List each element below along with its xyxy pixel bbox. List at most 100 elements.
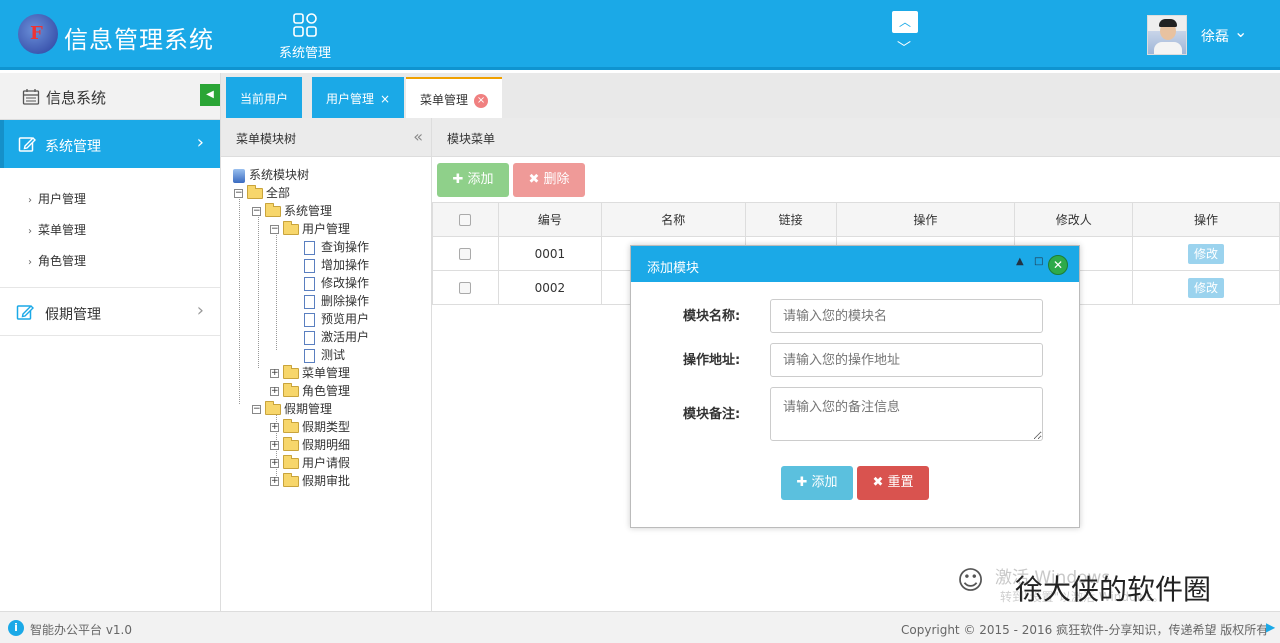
document-icon bbox=[304, 276, 315, 291]
plus-icon: ✚ bbox=[796, 475, 812, 490]
submenu-item-menu-management[interactable]: › 菜单管理 bbox=[0, 215, 220, 246]
expand-icon[interactable]: + bbox=[270, 423, 279, 432]
close-icon[interactable]: × bbox=[380, 92, 390, 106]
maximize-icon[interactable]: □ bbox=[1034, 256, 1043, 267]
arrow-right-icon: › bbox=[28, 195, 32, 206]
tab-menu-management[interactable]: 菜单管理 × bbox=[406, 77, 503, 118]
folder-icon bbox=[283, 365, 299, 379]
collapse-header-button[interactable]: ︿ bbox=[892, 11, 918, 33]
edit-button[interactable]: 修改 bbox=[1188, 277, 1225, 298]
collapse-panel-icon[interactable]: « bbox=[413, 127, 423, 146]
tree-node-all[interactable]: − 全部 bbox=[234, 184, 290, 202]
sidebar: 信息系统 ◀ 系统管理 › › 用户管理 › 菜单管理 › 角色管理 假期管理 › bbox=[0, 73, 221, 611]
document-icon bbox=[304, 330, 315, 345]
tree-node-root[interactable]: 系统模块树 bbox=[233, 166, 309, 184]
checkbox[interactable] bbox=[459, 248, 472, 260]
sidebar-item-system-management[interactable]: 系统管理 › bbox=[0, 120, 220, 168]
top-header: F 信息管理系统 系统管理 ︿ ﹀ 徐磊 ⌄ bbox=[0, 0, 1280, 70]
add-button[interactable]: ✚ 添加 bbox=[437, 163, 509, 197]
sidebar-item-label: 假期管理 bbox=[45, 307, 101, 323]
collapse-icon[interactable]: − bbox=[270, 225, 279, 234]
folder-icon bbox=[283, 419, 299, 433]
collapse-icon[interactable]: − bbox=[252, 405, 261, 414]
close-icon[interactable]: ✕ bbox=[1048, 255, 1068, 275]
column-header: 操作 bbox=[835, 202, 1016, 237]
tree-panel-title: 菜单模块树 bbox=[236, 132, 297, 146]
brand-watermark: 徐大侠的软件圈 bbox=[1015, 573, 1212, 606]
arrow-right-icon: › bbox=[28, 226, 32, 237]
tree-node-leaf[interactable]: 查询操作 bbox=[304, 238, 369, 256]
tree-node-menu[interactable]: + 菜单管理 bbox=[270, 364, 350, 382]
x-icon: ✖ bbox=[872, 475, 888, 490]
avatar[interactable] bbox=[1147, 15, 1187, 55]
document-icon bbox=[304, 240, 315, 255]
tree-node-user-leave[interactable]: + 用户请假 bbox=[270, 454, 350, 472]
submenu-item-user-management[interactable]: › 用户管理 bbox=[0, 184, 220, 215]
folder-icon bbox=[283, 455, 299, 469]
plus-icon: ✚ bbox=[452, 172, 468, 187]
chevron-down-icon[interactable]: ﹀ bbox=[897, 38, 911, 58]
field-label-operation-url: 操作地址: bbox=[683, 353, 741, 368]
collapse-icon[interactable]: − bbox=[234, 189, 243, 198]
tree-node-user[interactable]: − 用户管理 bbox=[270, 220, 350, 238]
submenu: › 用户管理 › 菜单管理 › 角色管理 bbox=[0, 168, 220, 288]
expand-icon[interactable]: + bbox=[270, 441, 279, 450]
folder-icon bbox=[283, 221, 299, 235]
footer: i 智能办公平台 v1.0 Copyright © 2015 - 2016 疯狂… bbox=[0, 611, 1280, 643]
tree-node-leaf[interactable]: 删除操作 bbox=[304, 292, 369, 310]
document-icon bbox=[304, 258, 315, 273]
tree-node-holiday[interactable]: − 假期管理 bbox=[252, 400, 332, 418]
document-icon bbox=[304, 294, 315, 309]
minimize-icon[interactable]: ▲ bbox=[1016, 256, 1024, 267]
tree-node-holiday-detail[interactable]: + 假期明细 bbox=[270, 436, 350, 454]
x-icon: ✖ bbox=[528, 172, 544, 187]
sidebar-item-holiday-management[interactable]: 假期管理 › bbox=[0, 288, 220, 336]
tree-node-leaf[interactable]: 修改操作 bbox=[304, 274, 369, 292]
column-header: 链接 bbox=[744, 202, 837, 237]
logo-letter: F bbox=[30, 23, 43, 44]
top-nav-system-management[interactable]: 系统管理 bbox=[270, 12, 340, 61]
close-icon[interactable]: × bbox=[474, 93, 489, 108]
tree-node-leaf[interactable]: 增加操作 bbox=[304, 256, 369, 274]
tab-current-user[interactable]: 当前用户 bbox=[226, 77, 303, 118]
field-label-module-name: 模块名称: bbox=[683, 309, 741, 324]
arrow-right-icon[interactable]: ▶ bbox=[1266, 620, 1275, 634]
module-remark-textarea[interactable] bbox=[770, 387, 1043, 441]
delete-button[interactable]: ✖ 删除 bbox=[513, 163, 585, 197]
folder-icon bbox=[283, 437, 299, 451]
submenu-item-role-management[interactable]: › 角色管理 bbox=[0, 246, 220, 277]
user-menu-chevron-icon[interactable]: ⌄ bbox=[1234, 22, 1247, 41]
content-panel-header: 模块菜单 bbox=[432, 118, 1280, 157]
dialog-add-button[interactable]: ✚ 添加 bbox=[781, 466, 853, 500]
username[interactable]: 徐磊 bbox=[1201, 26, 1229, 46]
chevron-right-icon: › bbox=[196, 300, 204, 321]
tree-node-role[interactable]: + 角色管理 bbox=[270, 382, 350, 400]
arrow-right-icon: › bbox=[28, 257, 32, 268]
expand-icon[interactable]: + bbox=[270, 369, 279, 378]
copyright-text: Copyright © 2015 - 2016 疯狂软件-分享知识，传递希望 版… bbox=[901, 623, 1269, 637]
tree-node-holiday-type[interactable]: + 假期类型 bbox=[270, 418, 350, 436]
tab-bar: 当前用户 用户管理 × 菜单管理 × bbox=[221, 73, 1280, 118]
tree-node-system[interactable]: − 系统管理 bbox=[252, 202, 332, 220]
tree-node-holiday-approval[interactable]: + 假期审批 bbox=[270, 472, 350, 490]
column-header: 编号 bbox=[497, 202, 602, 237]
tab-user-management[interactable]: 用户管理 × bbox=[312, 77, 405, 118]
checkbox[interactable] bbox=[459, 282, 472, 294]
edit-button[interactable]: 修改 bbox=[1188, 243, 1225, 264]
collapse-icon[interactable]: − bbox=[252, 207, 261, 216]
expand-icon[interactable]: + bbox=[270, 459, 279, 468]
operation-url-input[interactable] bbox=[770, 343, 1043, 377]
dialog-reset-button[interactable]: ✖ 重置 bbox=[857, 466, 929, 500]
chevron-right-icon: › bbox=[196, 132, 204, 153]
tree-node-leaf[interactable]: 激活用户 bbox=[304, 328, 369, 346]
sidebar-title: 信息系统 bbox=[46, 89, 107, 107]
expand-icon[interactable]: + bbox=[270, 477, 279, 486]
sidebar-toggle-button[interactable]: ◀ bbox=[200, 84, 220, 106]
tree-node-leaf[interactable]: 测试 bbox=[304, 346, 345, 364]
module-name-input[interactable] bbox=[770, 299, 1043, 333]
checkbox[interactable] bbox=[459, 214, 472, 226]
tree-node-leaf[interactable]: 预览用户 bbox=[304, 310, 369, 328]
folder-icon bbox=[283, 383, 299, 397]
select-all-cell[interactable] bbox=[432, 202, 499, 237]
expand-icon[interactable]: + bbox=[270, 387, 279, 396]
